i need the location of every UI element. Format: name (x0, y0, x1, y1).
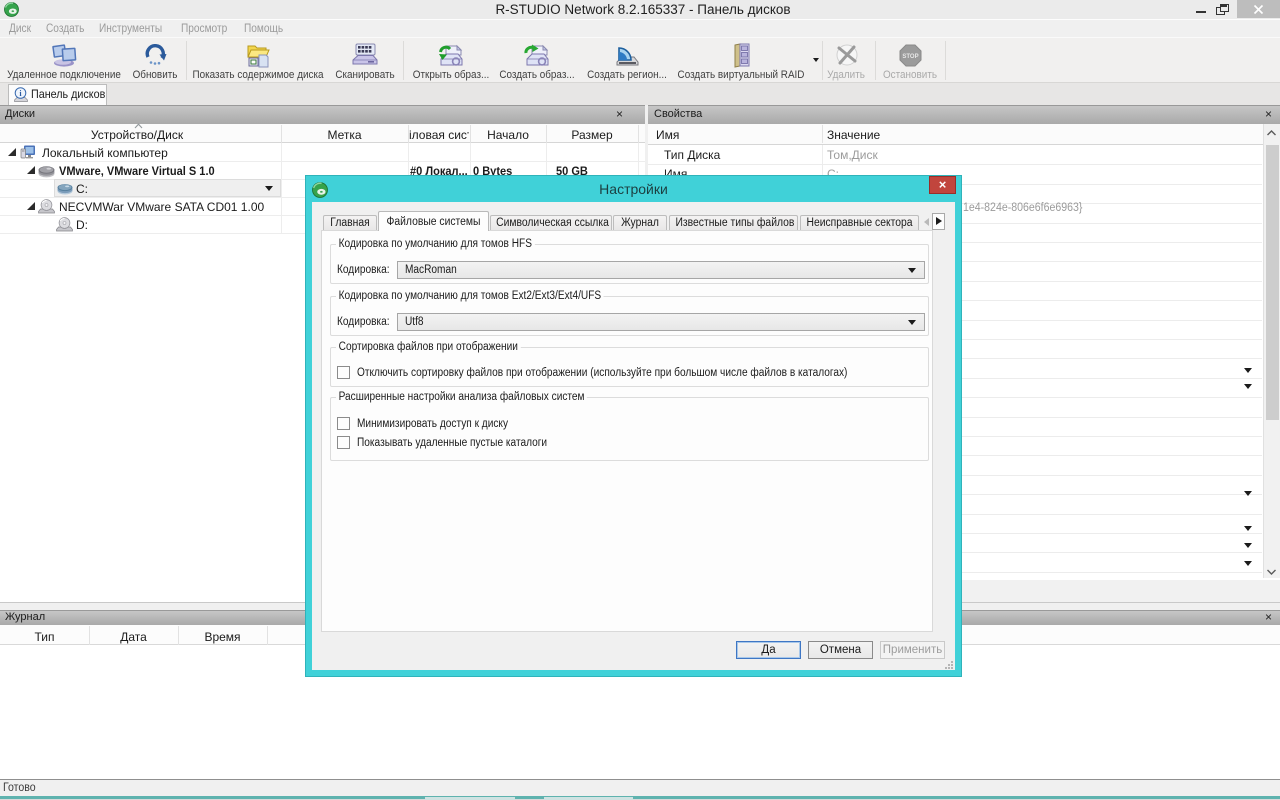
svg-text:STOP: STOP (902, 54, 918, 60)
